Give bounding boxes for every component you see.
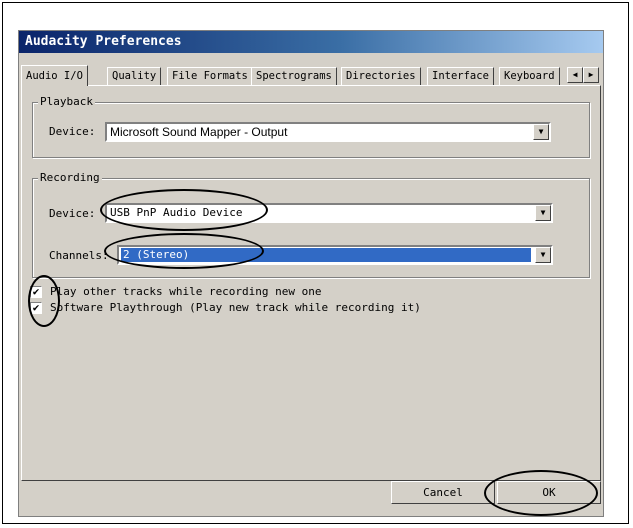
tab-keyboard[interactable]: Keyboard — [499, 67, 560, 85]
recording-channels-label: Channels: — [49, 249, 109, 262]
recording-device-value: USB PnP Audio Device — [110, 206, 243, 219]
tab-directories[interactable]: Directories — [341, 67, 421, 85]
playback-device-value: Microsoft Sound Mapper - Output — [110, 125, 288, 139]
dialog-title: Audacity Preferences — [19, 31, 603, 53]
play-other-tracks-label[interactable]: Play other tracks while recording new on… — [50, 286, 322, 298]
recording-device-label: Device: — [49, 207, 96, 220]
play-other-tracks-checkbox[interactable]: ✔ — [30, 286, 42, 298]
audio-io-panel: Playback Device: Microsoft Sound Mapper … — [21, 85, 601, 481]
recording-channels-select[interactable]: 2 (Stereo) ▼ — [117, 245, 553, 265]
tab-scroll-left-icon[interactable]: ◀ — [567, 67, 583, 83]
tab-interface[interactable]: Interface — [427, 67, 494, 85]
ok-button[interactable]: OK — [497, 481, 601, 504]
software-playthrough-checkbox[interactable]: ✔ — [30, 302, 42, 314]
tab-spectrograms[interactable]: Spectrograms — [251, 67, 337, 85]
playback-group-title: Playback — [38, 95, 95, 108]
tab-audio-io[interactable]: Audio I/O — [21, 65, 88, 86]
chevron-down-icon[interactable]: ▼ — [533, 124, 549, 140]
recording-channels-value: 2 (Stereo) — [121, 248, 531, 262]
tab-file-formats[interactable]: File Formats — [167, 67, 253, 85]
playback-device-select[interactable]: Microsoft Sound Mapper - Output ▼ — [105, 122, 551, 142]
cancel-button[interactable]: Cancel — [391, 481, 495, 504]
playback-group: Playback Device: Microsoft Sound Mapper … — [32, 95, 590, 158]
recording-group: Recording Device: USB PnP Audio Device ▼… — [32, 171, 590, 278]
tab-quality[interactable]: Quality — [107, 67, 162, 85]
preferences-dialog: Audacity Preferences Audio I/O Quality F… — [18, 30, 604, 517]
recording-device-select[interactable]: USB PnP Audio Device ▼ — [105, 203, 553, 223]
recording-group-title: Recording — [38, 171, 102, 184]
tab-scroll-right-icon[interactable]: ▶ — [583, 67, 599, 83]
tab-bar: Audio I/O Quality File Formats Spectrogr… — [21, 65, 601, 86]
chevron-down-icon[interactable]: ▼ — [535, 205, 551, 221]
software-playthrough-label[interactable]: Software Playthrough (Play new track whi… — [50, 302, 421, 314]
chevron-down-icon[interactable]: ▼ — [535, 247, 551, 263]
playback-device-label: Device: — [49, 125, 96, 138]
